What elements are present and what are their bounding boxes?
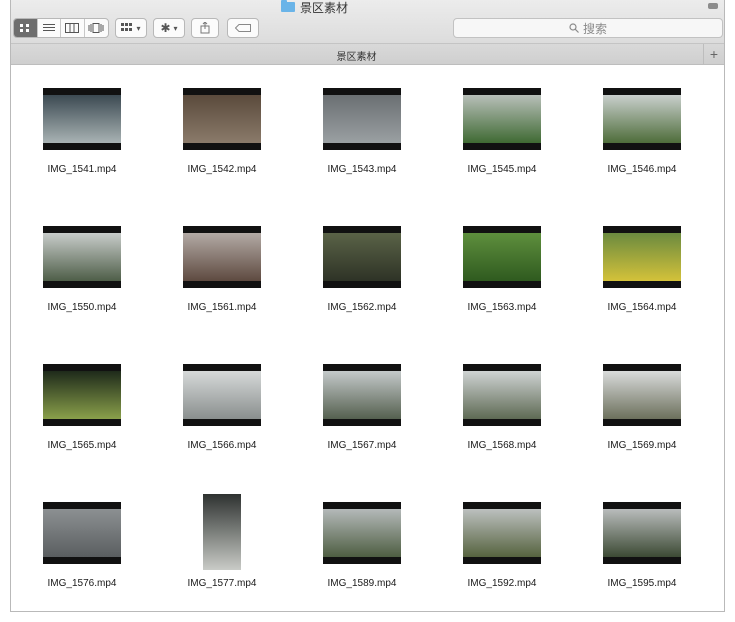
file-item[interactable]: IMG_1542.mp4 (157, 66, 287, 176)
tag-button[interactable] (227, 18, 259, 38)
video-thumbnail (463, 226, 541, 288)
tab-current[interactable]: 景区素材 (11, 48, 702, 63)
grid-icon (121, 23, 133, 31)
video-thumbnail (463, 88, 541, 150)
search-field[interactable]: 搜索 (453, 18, 723, 38)
file-name: IMG_1568.mp4 (467, 440, 537, 451)
file-item[interactable]: IMG_1568.mp4 (437, 342, 567, 452)
video-thumbnail (603, 226, 681, 288)
chevron-down-icon: ▾ (136, 23, 141, 33)
video-thumbnail (603, 364, 681, 426)
video-thumbnail (183, 226, 261, 288)
plus-icon: + (709, 46, 719, 62)
file-item[interactable]: IMG_1569.mp4 (577, 342, 707, 452)
file-item[interactable]: IMG_1550.mp4 (17, 204, 147, 314)
list-view-button[interactable] (38, 19, 61, 37)
column-view-icon (65, 23, 80, 33)
cover-flow-view-button[interactable] (85, 19, 108, 37)
video-thumbnail (203, 494, 241, 570)
video-thumbnail (43, 88, 121, 150)
video-thumbnail (323, 226, 401, 288)
tag-icon (235, 24, 251, 32)
file-name: IMG_1565.mp4 (47, 440, 117, 451)
file-name: IMG_1541.mp4 (47, 164, 117, 175)
cover-flow-icon (88, 23, 104, 33)
arrange-button[interactable]: ▾ (115, 18, 147, 38)
video-thumbnail (43, 226, 121, 288)
video-thumbnail (463, 502, 541, 564)
search-placeholder: 搜索 (582, 21, 607, 36)
file-item[interactable]: IMG_1564.mp4 (577, 204, 707, 314)
column-view-button[interactable] (61, 19, 85, 37)
window-title-area: 景区素材 (281, 0, 349, 15)
file-name: IMG_1567.mp4 (327, 440, 397, 451)
video-thumbnail (43, 364, 121, 426)
file-item[interactable]: IMG_1561.mp4 (157, 204, 287, 314)
file-name: IMG_1592.mp4 (467, 578, 537, 589)
video-thumbnail (603, 88, 681, 150)
toolbar: 景区素材 ▾ ✱ ▾ 搜索 (11, 0, 724, 44)
folder-icon (281, 0, 295, 12)
video-thumbnail (463, 364, 541, 426)
file-item[interactable]: IMG_1543.mp4 (297, 66, 427, 176)
file-item[interactable]: IMG_1576.mp4 (17, 480, 147, 590)
file-grid: IMG_1541.mp4 IMG_1542.mp4 IMG_1543.mp4 IMG_… (11, 66, 724, 611)
share-icon (200, 22, 210, 34)
file-item[interactable]: IMG_1566.mp4 (157, 342, 287, 452)
file-name: IMG_1564.mp4 (607, 302, 677, 313)
file-item[interactable]: IMG_1565.mp4 (17, 342, 147, 452)
video-thumbnail (183, 364, 261, 426)
file-name: IMG_1576.mp4 (47, 578, 117, 589)
video-thumbnail (323, 88, 401, 150)
file-name: IMG_1577.mp4 (187, 578, 257, 589)
gear-icon: ✱ (160, 21, 171, 35)
file-item[interactable]: IMG_1567.mp4 (297, 342, 427, 452)
file-item[interactable]: IMG_1545.mp4 (437, 66, 567, 176)
file-item[interactable]: IMG_1595.mp4 (577, 480, 707, 590)
file-name: IMG_1550.mp4 (47, 302, 117, 313)
toolbar-toggle-icon[interactable] (708, 3, 718, 9)
video-thumbnail (603, 502, 681, 564)
video-thumbnail (323, 364, 401, 426)
chevron-down-icon: ▾ (173, 23, 178, 33)
video-thumbnail (323, 502, 401, 564)
file-item[interactable]: IMG_1563.mp4 (437, 204, 567, 314)
file-name: IMG_1561.mp4 (187, 302, 257, 313)
file-name: IMG_1589.mp4 (327, 578, 397, 589)
list-view-icon (42, 24, 55, 31)
file-name: IMG_1546.mp4 (607, 164, 677, 175)
file-name: IMG_1542.mp4 (187, 164, 257, 175)
window-title: 景区素材 (300, 0, 349, 15)
icon-view-icon (20, 24, 30, 32)
file-item[interactable]: IMG_1577.mp4 (157, 480, 287, 590)
icon-view-button[interactable] (14, 19, 38, 37)
view-switcher (13, 18, 109, 38)
file-name: IMG_1543.mp4 (327, 164, 397, 175)
file-name: IMG_1563.mp4 (467, 302, 537, 313)
new-tab-button[interactable]: + (703, 44, 724, 64)
file-item[interactable]: IMG_1592.mp4 (437, 480, 567, 590)
action-button[interactable]: ✱ ▾ (153, 18, 185, 38)
file-name: IMG_1562.mp4 (327, 302, 397, 313)
file-item[interactable]: IMG_1589.mp4 (297, 480, 427, 590)
file-item[interactable]: IMG_1546.mp4 (577, 66, 707, 176)
file-name: IMG_1545.mp4 (467, 164, 537, 175)
finder-window: 景区素材 ▾ ✱ ▾ 搜索 景区素材 + IMG_1541.mp4 IMG_15… (10, 0, 725, 612)
video-thumbnail (43, 502, 121, 564)
search-icon (569, 23, 579, 33)
file-item[interactable]: IMG_1541.mp4 (17, 66, 147, 176)
file-name: IMG_1566.mp4 (187, 440, 257, 451)
video-thumbnail (183, 88, 261, 150)
file-item[interactable]: IMG_1562.mp4 (297, 204, 427, 314)
file-name: IMG_1595.mp4 (607, 578, 677, 589)
tab-bar: 景区素材 + (11, 44, 724, 65)
share-button[interactable] (191, 18, 219, 38)
file-name: IMG_1569.mp4 (607, 440, 677, 451)
